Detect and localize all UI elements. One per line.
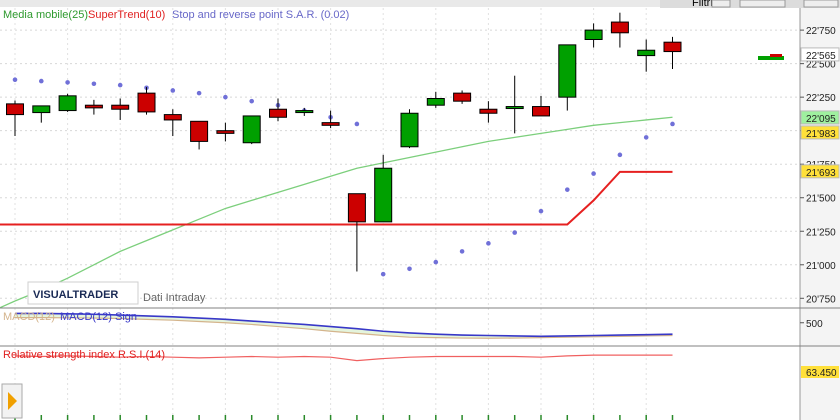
sar-dot: [565, 187, 570, 192]
candle-body: [426, 98, 445, 106]
candle-body: [84, 104, 103, 109]
candle-body: [163, 114, 182, 121]
sar-dot: [486, 241, 491, 246]
chart: Filtri 22'75022'50022'25022'00021'75021'…: [0, 0, 840, 420]
candle-body: [190, 120, 209, 142]
candle-body: [6, 103, 24, 116]
candle-body: [374, 167, 393, 223]
period-dropdown[interactable]: [739, 0, 786, 8]
price-tag-text: 22'565: [806, 51, 836, 62]
candle-body: [269, 108, 287, 118]
sar-dot: [380, 271, 386, 277]
filter-dropdown[interactable]: [711, 0, 731, 8]
price-tick-label: 20'750: [806, 294, 836, 305]
price-tick-label: 22'250: [806, 93, 836, 104]
last-price-marker-red: [770, 54, 782, 57]
candle-body: [453, 92, 472, 102]
legend-supertrend: SuperTrend(10): [88, 9, 165, 21]
sar-dot: [65, 80, 70, 85]
candle-body: [111, 104, 130, 110]
candle-body: [532, 106, 550, 117]
sar-dot: [512, 230, 517, 235]
candle-body: [505, 106, 524, 110]
sar-dot: [196, 90, 202, 96]
sar-dot: [223, 94, 228, 100]
sar-dot: [249, 98, 254, 104]
candle-body: [137, 92, 156, 113]
sar-dot: [117, 82, 123, 88]
legend-moving-average: Media mobile(25): [3, 9, 88, 21]
candle-body: [321, 122, 340, 126]
rsi-value: 63.450: [806, 368, 837, 379]
sar-dot: [91, 81, 97, 87]
sar-dot: [617, 152, 623, 158]
candle-body: [637, 49, 656, 57]
price-tag-text: 21'693: [806, 168, 836, 179]
candle-body: [58, 95, 77, 112]
sar-dot: [459, 249, 465, 254]
price-tick-label: 22'750: [806, 26, 836, 37]
candle-body: [32, 105, 51, 114]
sar-dot: [670, 121, 675, 127]
sar-dot: [407, 266, 412, 272]
sar-dot: [354, 121, 360, 127]
toolbar-button[interactable]: [803, 0, 839, 8]
price-tick-label: 21'000: [806, 261, 836, 272]
price-tick-label: 21'500: [806, 194, 836, 205]
legend-macd: MACD(12): [3, 311, 55, 323]
legend-rsi: Relative strength index R.S.I.(14): [3, 349, 165, 361]
legend-macd-sign: MACD(12) Sign: [60, 311, 137, 323]
price-tick-label: 21'250: [806, 227, 836, 238]
candle-body: [610, 21, 629, 34]
sar-dot: [170, 88, 176, 93]
candle-body: [295, 110, 314, 114]
sar-dot: [538, 208, 544, 214]
macd-tick-500: 500: [806, 319, 823, 330]
candle-body: [347, 193, 366, 223]
candle-body: [242, 115, 261, 144]
candle-body: [584, 29, 603, 40]
top-status-strip: [0, 0, 660, 7]
sar-dot: [591, 171, 596, 176]
filter-label: Filtri: [692, 0, 713, 9]
candle-body: [663, 41, 682, 53]
candle-body: [400, 112, 419, 148]
sar-dot: [39, 78, 44, 84]
sar-dot: [12, 77, 18, 83]
price-tag-text: 21'983: [806, 129, 836, 140]
watermark-brand: VISUALTRADER: [33, 289, 118, 301]
candle-body: [479, 108, 498, 114]
legend-sar: Stop and reverse point S.A.R. (0.02): [172, 9, 349, 21]
candle-body: [558, 44, 577, 98]
sar-dot: [433, 259, 439, 265]
candle-body: [216, 130, 235, 134]
sar-dot: [643, 135, 649, 140]
price-tag-text: 22'095: [806, 114, 836, 125]
watermark-mode: Dati Intraday: [143, 292, 206, 304]
